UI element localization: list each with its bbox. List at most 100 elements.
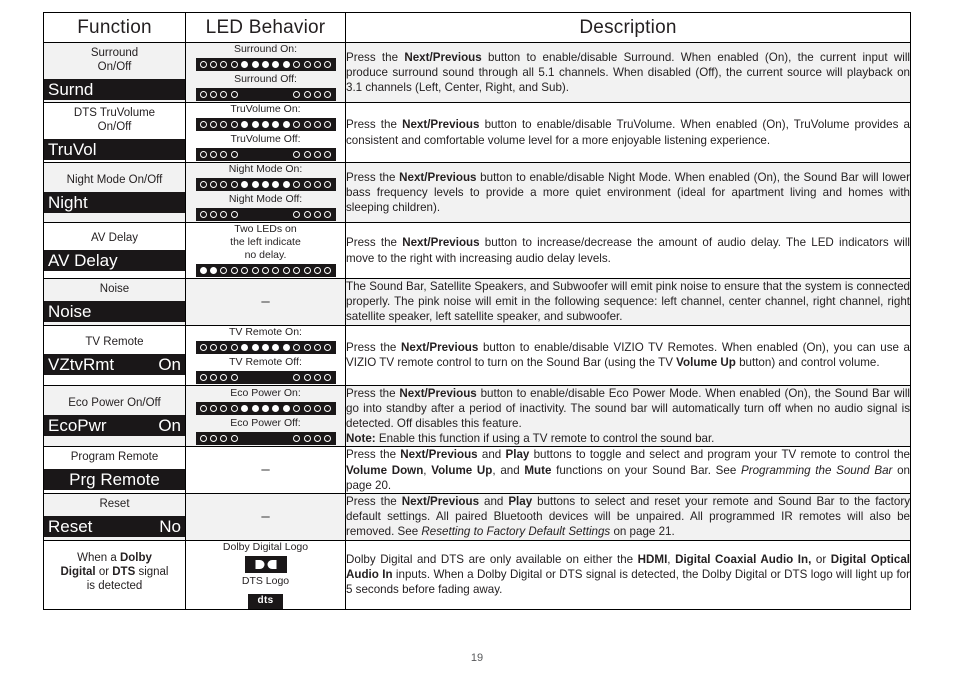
led-dot (261, 61, 269, 68)
led-dot (220, 404, 228, 412)
led-dot (251, 181, 259, 188)
led-dot (303, 91, 311, 98)
lcd-display: AV Delay (44, 249, 185, 271)
led-dot (272, 211, 279, 218)
led-dot (283, 211, 290, 218)
led-dot (220, 121, 228, 128)
function-cell: Noise Noise (43, 278, 186, 326)
led-dot (261, 121, 269, 128)
lcd-left-text: Night (48, 192, 88, 212)
led-on-caption: Surround On: (233, 43, 298, 55)
led-dot (262, 435, 269, 442)
led-dot (209, 181, 217, 188)
led-off-caption: Eco Power Off: (230, 416, 301, 429)
led-dot (252, 374, 259, 381)
led-dot (324, 61, 332, 68)
table-row: Reset Reset No – Press the Next/Previous and… (43, 493, 911, 541)
led-bar-off (195, 88, 336, 101)
led-none-indicator: – (261, 461, 270, 479)
led-dot (324, 434, 332, 442)
table-row: AV Delay AV Delay Two LEDs on the left indi… (43, 222, 911, 279)
description-cell: Press the Next/Previous button to increa… (345, 222, 911, 279)
led-dot (303, 373, 311, 381)
led-dot (241, 374, 248, 381)
led-behavior-cell: Night Mode On: Night Mode Off: (185, 162, 346, 223)
led-dot (272, 374, 279, 381)
led-dot (251, 343, 259, 351)
led-bar-on (195, 401, 336, 415)
led-dot (313, 404, 321, 412)
led-dot (293, 343, 301, 351)
led-dot (313, 211, 321, 218)
led-dot (293, 91, 301, 98)
led-dot (324, 373, 332, 381)
led-dot (230, 373, 238, 381)
led-dot (282, 61, 290, 68)
led-dot (241, 343, 249, 351)
column-header-function: Function (43, 12, 186, 43)
led-behavior-cell: – (185, 278, 346, 326)
table-head: Function LED Behavior Description (43, 12, 911, 43)
led-dot (241, 267, 249, 274)
led-dot (262, 211, 269, 218)
led-dot (303, 151, 311, 158)
led-dot (220, 343, 228, 351)
led-dot (241, 404, 249, 412)
page-number: 19 (470, 652, 484, 664)
led-dot (209, 404, 217, 412)
led-dot (209, 267, 217, 274)
function-cell: AV Delay AV Delay (43, 222, 186, 279)
led-dot (262, 374, 269, 381)
led-dot (303, 404, 311, 412)
lcd-left-text: Surnd (48, 79, 94, 99)
function-cell: Program Remote Prg Remote (43, 446, 186, 495)
led-dot (199, 343, 207, 351)
function-title: Reset (99, 497, 130, 510)
led-dot (199, 121, 207, 128)
led-dot (283, 151, 290, 158)
led-dot (262, 91, 269, 98)
led-dot (282, 181, 290, 188)
led-dot (313, 373, 321, 381)
led-dot (313, 343, 321, 351)
led-dot (283, 374, 290, 381)
function-cell: TV Remote VZtvRmt On (43, 324, 186, 386)
led-dot (303, 181, 311, 188)
led-dot (303, 434, 311, 442)
led-dot (313, 61, 321, 68)
led-dot (209, 434, 217, 442)
dts-logo-caption: DTS Logo (241, 574, 290, 587)
table-row: Eco Power On/Off EcoPwr On Eco Power On: Eco… (43, 384, 911, 448)
led-off-caption: Surround Off: (234, 73, 297, 85)
led-dot (272, 404, 280, 412)
led-dot (230, 343, 238, 351)
function-title: Night Mode On/Off (66, 173, 163, 186)
led-bar-off (195, 431, 336, 445)
led-on-caption: TruVolume On: (230, 103, 301, 115)
led-dot (261, 404, 269, 412)
function-title: When a Dolby Digital or DTS signal is dete… (60, 552, 169, 593)
led-behavior-cell: – (185, 493, 346, 541)
led-dot (324, 211, 332, 218)
led-dot (282, 267, 290, 274)
description-cell: Press the Next/Previous and Play buttons… (345, 446, 911, 495)
led-dot (220, 373, 228, 381)
led-behavior-cell: Two LEDs on the left indicate no delay. (185, 222, 346, 279)
led-dot (199, 61, 207, 68)
led-dot (230, 151, 238, 158)
dolby-logo-caption: Dolby Digital Logo (222, 540, 309, 553)
led-dot (199, 151, 207, 158)
led-dot (313, 181, 321, 188)
led-dot (261, 343, 269, 351)
table-row: DTS TruVolume On/Off TruVol TruVolume On: Tr… (43, 102, 911, 163)
led-dot (241, 61, 249, 68)
function-cell: When a Dolby Digital or DTS signal is dete… (43, 539, 186, 610)
led-dot (230, 181, 238, 188)
table-row: Program Remote Prg Remote – Press the Next/… (43, 446, 911, 495)
description-cell: The Sound Bar, Satellite Speakers, and S… (345, 278, 911, 326)
led-dot (324, 343, 332, 351)
led-dot (220, 181, 228, 188)
description-cell: Press the Next/Previous button to enable… (345, 102, 911, 163)
led-dot (241, 91, 248, 98)
led-dot (303, 343, 311, 351)
